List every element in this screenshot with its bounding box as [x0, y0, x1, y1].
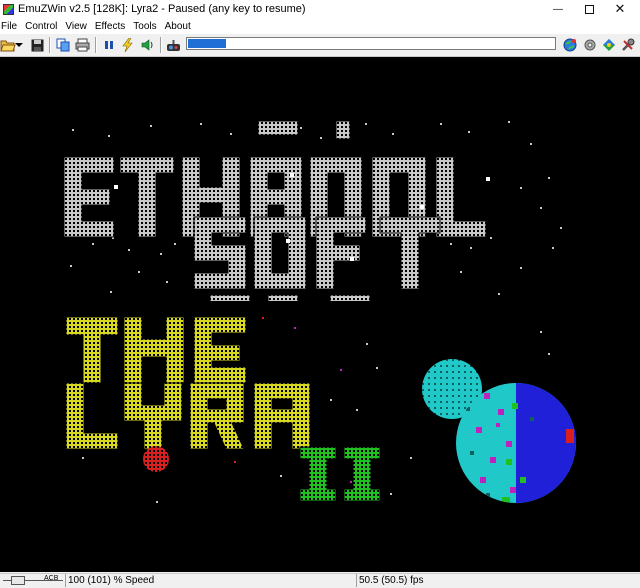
- slider-knob[interactable]: [11, 576, 25, 585]
- spectrum-display: [63, 121, 576, 503]
- red-planet: [143, 446, 169, 472]
- sound-icon[interactable]: [140, 37, 156, 53]
- colors-icon[interactable]: [601, 37, 617, 53]
- menu-effects[interactable]: Effects: [92, 21, 130, 32]
- minimize-icon: —: [553, 3, 563, 15]
- maximize-icon: [584, 4, 594, 14]
- save-icon[interactable]: [29, 37, 45, 53]
- progress-fill: [188, 39, 227, 48]
- lyra-title: [65, 316, 311, 450]
- status-bar: ACB 100 (101) % Speed 50.5 (50.5) fps: [0, 573, 640, 588]
- print-icon[interactable]: [74, 37, 90, 53]
- joystick-icon[interactable]: [165, 37, 181, 53]
- ethanol-soft-logo: [63, 121, 490, 301]
- menu-bar: File Control View Effects Tools About: [0, 18, 640, 34]
- window-title: EmuZWin v2.5 [128K]: Lyra2 - Paused (any…: [18, 3, 306, 15]
- toolbar: [0, 34, 640, 57]
- slider-label: ACB: [44, 575, 59, 582]
- copy-icon[interactable]: [55, 37, 71, 53]
- menu-file[interactable]: File: [0, 21, 22, 32]
- close-icon: ✕: [614, 1, 626, 16]
- app-icon[interactable]: [3, 3, 14, 15]
- fps-readout: 50.5 (50.5) fps: [356, 574, 423, 587]
- menu-control[interactable]: Control: [22, 21, 62, 32]
- pause-icon[interactable]: [101, 37, 117, 53]
- emulator-screen[interactable]: [0, 57, 640, 572]
- title-bar: EmuZWin v2.5 [128K]: Lyra2 - Paused (any…: [0, 0, 640, 18]
- roman-two: [299, 446, 381, 502]
- menu-view[interactable]: View: [62, 21, 92, 32]
- tools-icon[interactable]: [620, 37, 636, 53]
- menu-tools[interactable]: Tools: [130, 21, 161, 32]
- globe-icon[interactable]: [562, 37, 578, 53]
- close-button[interactable]: ✕: [597, 0, 640, 18]
- speed-readout: 100 (101) % Speed: [65, 574, 154, 587]
- chevron-down-icon[interactable]: [14, 37, 24, 53]
- menu-about[interactable]: About: [162, 21, 196, 32]
- progress-bar: [186, 37, 556, 50]
- settings-icon[interactable]: [582, 37, 598, 53]
- lightning-icon[interactable]: [120, 37, 136, 53]
